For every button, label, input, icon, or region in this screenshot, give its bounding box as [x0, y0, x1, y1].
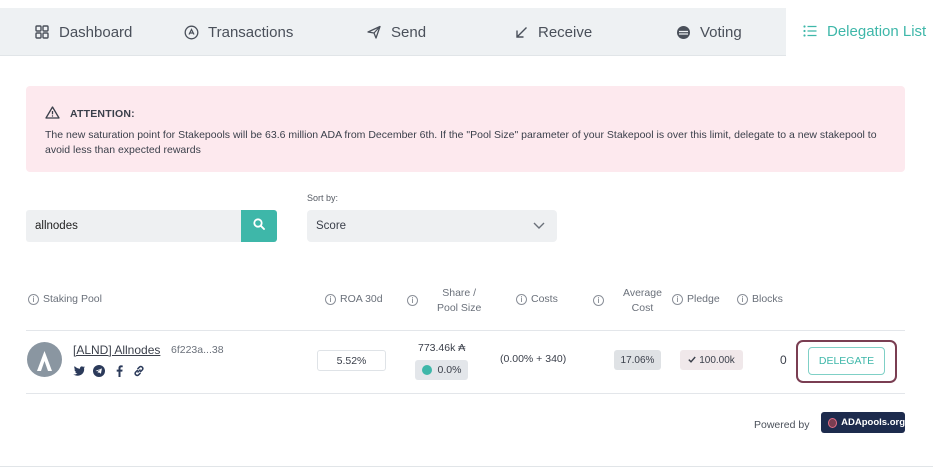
tab-label: Receive — [538, 23, 593, 41]
tab-bar: Dashboard Transactions Send Receive Voti… — [0, 8, 933, 56]
info-icon[interactable]: i — [516, 293, 527, 305]
alert-title: ATTENTION: — [70, 108, 135, 120]
costs-value: (0.00% + 340) — [500, 353, 567, 365]
info-icon[interactable]: i — [407, 295, 418, 306]
tab-send[interactable]: Send — [366, 8, 426, 56]
col-pledge[interactable]: i Pledge — [672, 293, 720, 305]
sort-label: Sort by: — [307, 193, 339, 203]
link-icon[interactable] — [133, 365, 145, 377]
delegate-button[interactable]: DELEGATE — [808, 347, 885, 375]
info-icon[interactable]: i — [593, 295, 604, 306]
search-button[interactable] — [241, 210, 277, 242]
attention-alert: ATTENTION: The new saturation point for … — [26, 86, 905, 172]
pool-social-links — [73, 365, 145, 377]
pool-name-link[interactable]: [ALND] Allnodes — [73, 343, 160, 357]
pool-size-badge: 0.0% — [415, 360, 468, 380]
dashboard-icon — [34, 24, 50, 40]
transactions-icon — [183, 24, 199, 40]
tab-label: Dashboard — [59, 23, 133, 41]
send-icon — [366, 24, 382, 40]
share-value: 773.46k ₳ — [418, 342, 466, 354]
col-roa[interactable]: i ROA 30d — [325, 293, 383, 305]
col-share-pool-size[interactable]: Share / Pool Size — [437, 286, 481, 315]
facebook-icon[interactable] — [113, 365, 125, 377]
search-input[interactable] — [26, 210, 242, 242]
average-cost-badge: 17.06% — [614, 350, 661, 370]
roa-value: 5.52% — [317, 350, 386, 371]
voting-icon — [675, 24, 691, 40]
alert-message: The new saturation point for Stakepools … — [45, 129, 877, 156]
info-icon[interactable]: i — [737, 293, 748, 305]
twitter-icon[interactable] — [73, 365, 85, 377]
tab-voting[interactable]: Voting — [675, 8, 742, 56]
saturation-dot-icon — [421, 365, 432, 375]
tab-label: Delegation List — [827, 22, 927, 40]
tab-label: Send — [391, 23, 427, 41]
pool-avatar — [27, 342, 62, 377]
info-icon[interactable]: i — [28, 293, 39, 305]
receive-icon — [513, 24, 529, 40]
telegram-icon[interactable] — [93, 365, 105, 377]
tab-dashboard[interactable]: Dashboard — [34, 8, 132, 56]
info-icon[interactable]: i — [325, 293, 336, 305]
search-icon — [253, 217, 265, 235]
row-divider — [26, 393, 905, 394]
page-bottom-divider — [0, 466, 933, 467]
info-icon[interactable]: i — [672, 293, 683, 305]
tab-label: Voting — [700, 23, 742, 41]
warning-icon — [45, 106, 60, 122]
col-staking-pool[interactable]: i Staking Pool — [28, 293, 102, 305]
header-divider — [26, 330, 905, 331]
check-icon — [688, 355, 696, 366]
tab-receive[interactable]: Receive — [513, 8, 592, 56]
tab-delegation-list[interactable]: Delegation List — [786, 8, 933, 56]
tab-label: Transactions — [208, 23, 294, 41]
col-blocks[interactable]: i Blocks — [737, 293, 783, 305]
col-costs[interactable]: i Costs — [516, 293, 558, 305]
pool-id: 6f223a...38 — [171, 344, 224, 356]
col-average-cost[interactable]: Average Cost — [623, 286, 662, 315]
powered-by-label: Powered by — [754, 419, 810, 431]
tab-transactions[interactable]: Transactions — [183, 8, 293, 56]
blocks-value: 0 — [780, 353, 787, 367]
adapools-logo[interactable]: ADApools.org — [821, 412, 905, 433]
chevron-down-icon — [533, 220, 545, 232]
sort-value: Score — [316, 220, 347, 232]
sort-select[interactable]: Score — [307, 210, 557, 242]
list-icon — [802, 23, 818, 39]
adapools-logo-icon — [828, 417, 838, 428]
pledge-badge: 100.00k — [680, 350, 743, 370]
